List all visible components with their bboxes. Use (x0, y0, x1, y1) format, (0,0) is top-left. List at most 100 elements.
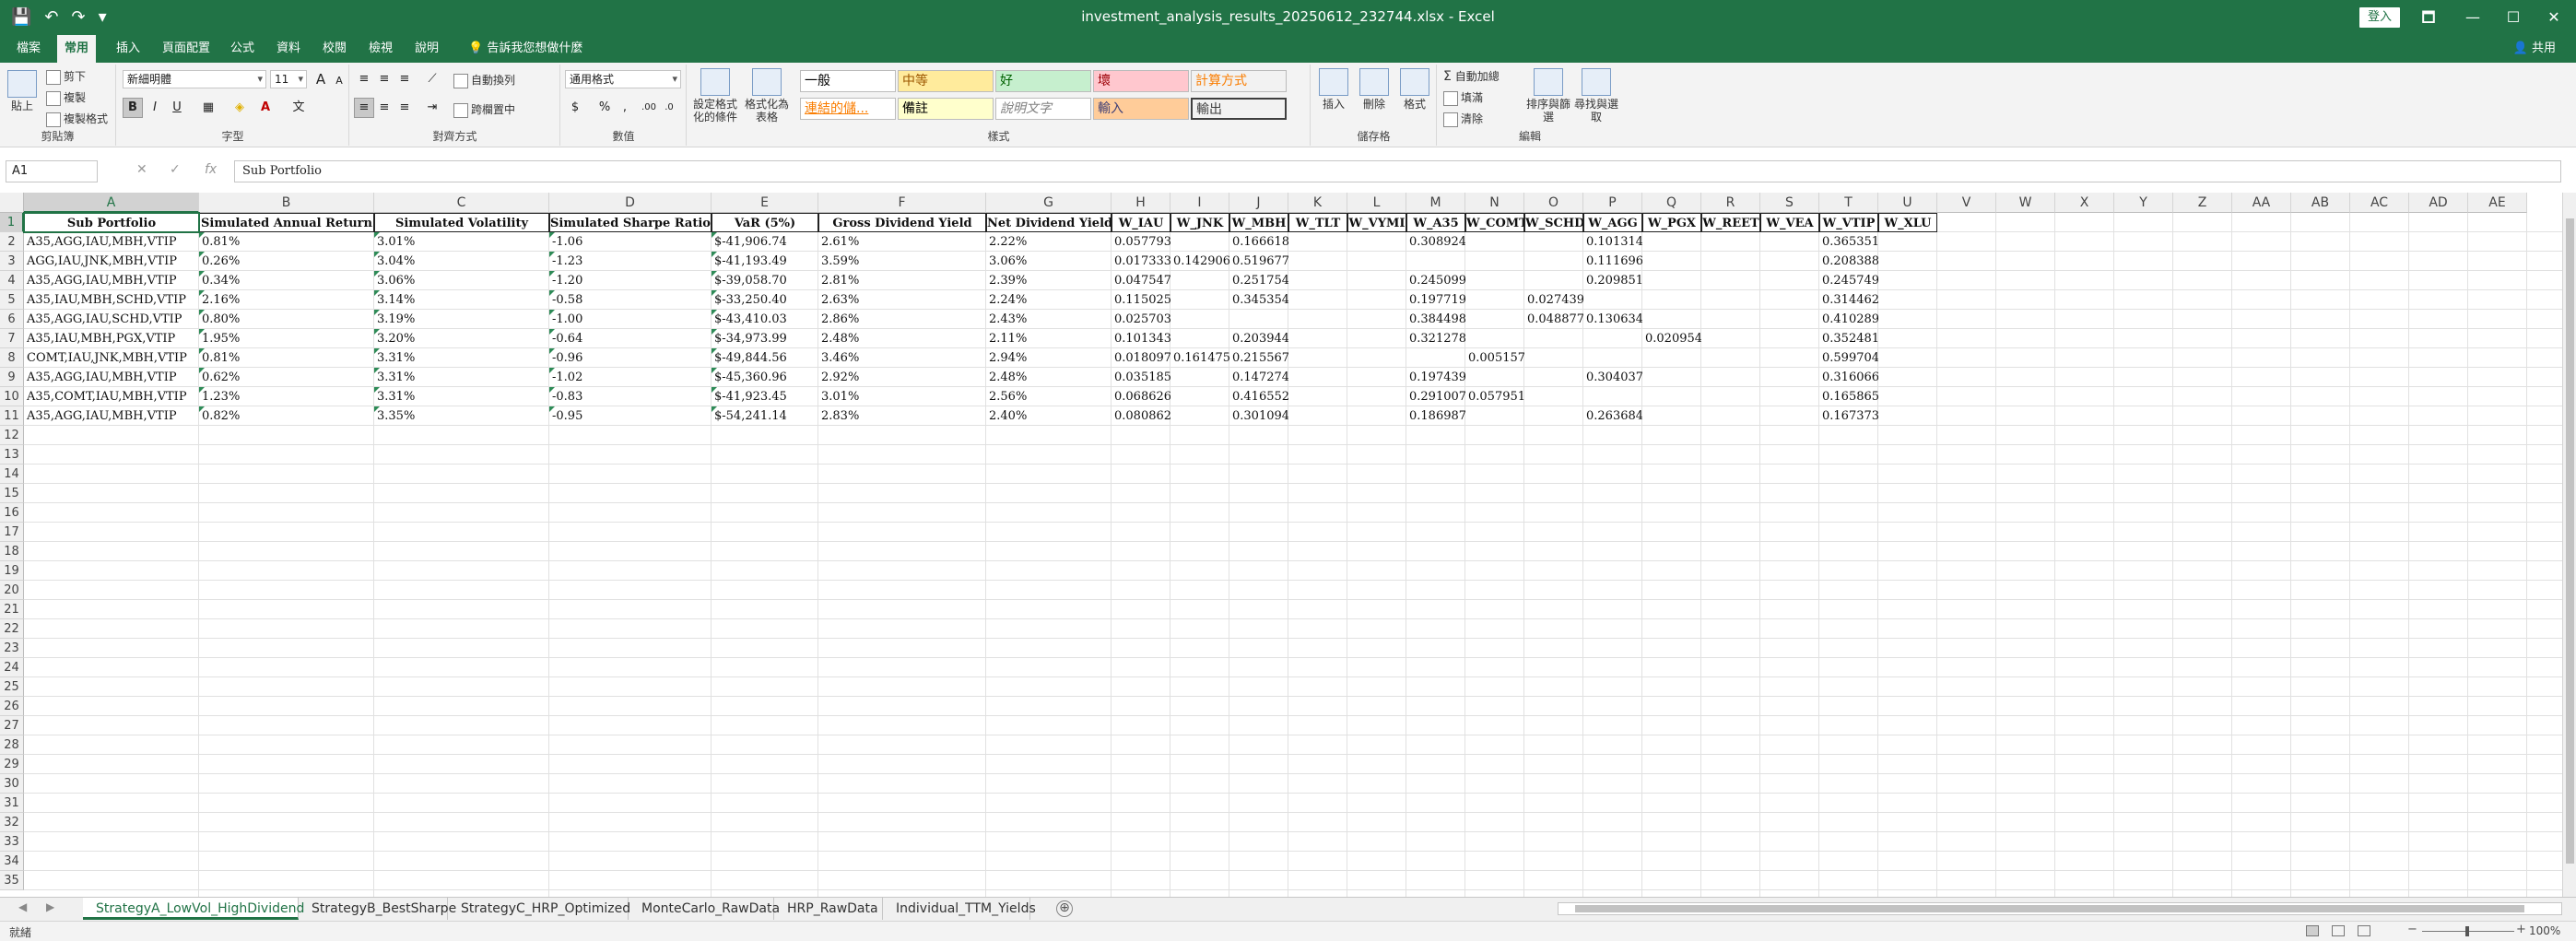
sheet-tab-4[interactable]: HRP_RawData (774, 898, 883, 920)
phonetic-icon[interactable]: 文 (288, 98, 309, 118)
tab-view[interactable]: 檢視 (361, 35, 400, 63)
copy-button[interactable]: 複製 (46, 89, 86, 106)
data-cell[interactable]: $-43,410.03 (712, 310, 818, 329)
align-center-icon[interactable]: ≡ (374, 98, 394, 118)
tab-formulas[interactable]: 公式 (223, 35, 262, 63)
column-header-j[interactable]: J (1229, 193, 1288, 213)
data-cell[interactable]: 0.410289 (1819, 310, 1878, 329)
tab-page-layout[interactable]: 頁面配置 (155, 35, 218, 63)
row-header-35[interactable]: 35 (0, 871, 24, 890)
header-cell[interactable]: W_MBH (1229, 213, 1288, 232)
data-cell[interactable]: 2.81% (818, 271, 986, 290)
data-cell[interactable]: 2.39% (986, 271, 1112, 290)
row-header-25[interactable]: 25 (0, 677, 24, 697)
column-header-x[interactable]: X (2055, 193, 2114, 213)
font-size-combo[interactable]: 11 (270, 70, 307, 88)
format-painter-button[interactable]: 複製格式 (46, 111, 108, 127)
maximize-button[interactable]: ☐ (2500, 6, 2527, 29)
data-cell[interactable]: 3.35% (374, 406, 549, 426)
column-header-i[interactable]: I (1170, 193, 1229, 213)
data-cell[interactable]: 0.165865 (1819, 387, 1878, 406)
column-header-ab[interactable]: AB (2291, 193, 2350, 213)
row-header-12[interactable]: 12 (0, 426, 24, 445)
tab-home[interactable]: 常用 (57, 35, 97, 63)
column-header-n[interactable]: N (1465, 193, 1524, 213)
data-cell[interactable]: 0.080862 (1112, 406, 1170, 426)
font-name-combo[interactable]: 新細明體 (123, 70, 266, 88)
row-header-27[interactable]: 27 (0, 716, 24, 735)
header-cell[interactable]: W_XLU (1878, 213, 1937, 232)
data-cell[interactable]: 0.035185 (1112, 368, 1170, 387)
data-cell[interactable]: 2.11% (986, 329, 1112, 348)
align-bottom-icon[interactable]: ≡ (394, 69, 415, 89)
name-box[interactable]: A1 (6, 160, 98, 182)
row-header-10[interactable]: 10 (0, 387, 24, 406)
data-cell[interactable]: 0.314462 (1819, 290, 1878, 310)
data-cell[interactable]: 2.94% (986, 348, 1112, 368)
data-cell[interactable]: 0.057951 (1465, 387, 1524, 406)
decrease-decimal-icon[interactable]: .0 (659, 98, 679, 118)
cell-style-2[interactable]: 好 (995, 70, 1091, 92)
conditional-format-button[interactable]: 設定格式化的條件 (691, 68, 739, 124)
sheet-tab-5[interactable]: Individual_TTM_Yields (883, 898, 1036, 920)
column-header-a[interactable]: A (24, 193, 199, 213)
column-header-ad[interactable]: AD (2409, 193, 2468, 213)
zoom-level[interactable]: 100% (2529, 924, 2560, 937)
data-cell[interactable]: 0.027439 (1524, 290, 1583, 310)
data-cell[interactable]: 0.167373 (1819, 406, 1878, 426)
data-cell[interactable]: 0.101343 (1112, 329, 1170, 348)
sort-filter-button[interactable]: 排序與篩選 (1524, 68, 1572, 124)
column-header-aa[interactable]: AA (2232, 193, 2291, 213)
zoom-out-icon[interactable]: − (2407, 923, 2417, 936)
column-header-d[interactable]: D (549, 193, 712, 213)
data-cell[interactable]: 0.316066 (1819, 368, 1878, 387)
fill-button[interactable]: 填滿 (1443, 89, 1483, 106)
data-cell[interactable]: 3.31% (374, 368, 549, 387)
header-cell[interactable]: Simulated Sharpe Ratio (549, 213, 712, 232)
header-cell[interactable]: W_JNK (1170, 213, 1229, 232)
row-header-33[interactable]: 33 (0, 832, 24, 852)
data-cell[interactable]: $-39,058.70 (712, 271, 818, 290)
data-cell[interactable]: 0.308924 (1406, 232, 1465, 252)
column-header-o[interactable]: O (1524, 193, 1583, 213)
data-cell[interactable]: 0.048877 (1524, 310, 1583, 329)
bold-button[interactable]: B (123, 98, 143, 118)
header-cell[interactable]: W_REET (1701, 213, 1760, 232)
cut-button[interactable]: 剪下 (46, 68, 86, 85)
percent-button[interactable]: % (594, 98, 615, 118)
zoom-in-icon[interactable]: + (2516, 923, 2526, 936)
data-cell[interactable]: 0.352481 (1819, 329, 1878, 348)
row-header-2[interactable]: 2 (0, 232, 24, 252)
data-cell[interactable]: 0.519677 (1229, 252, 1288, 271)
data-cell[interactable]: 0.245749 (1819, 271, 1878, 290)
data-cell[interactable]: $-41,923.45 (712, 387, 818, 406)
zoom-slider[interactable] (2422, 926, 2514, 936)
data-cell[interactable]: $-49,844.56 (712, 348, 818, 368)
minimize-button[interactable]: — (2459, 6, 2487, 29)
delete-cells-button[interactable]: 刪除 (1354, 68, 1394, 111)
row-header-17[interactable]: 17 (0, 523, 24, 542)
data-cell[interactable]: A35,AGG,IAU,MBH,VTIP (24, 271, 199, 290)
data-cell[interactable]: 2.86% (818, 310, 986, 329)
align-right-icon[interactable]: ≡ (394, 98, 415, 118)
row-header-8[interactable]: 8 (0, 348, 24, 368)
page-break-view-icon[interactable] (2358, 925, 2370, 936)
data-cell[interactable]: 0.81% (199, 348, 374, 368)
redo-icon[interactable]: ↷ (72, 6, 86, 29)
data-cell[interactable]: 0.068626 (1112, 387, 1170, 406)
row-header-14[interactable]: 14 (0, 465, 24, 484)
data-cell[interactable]: 0.251754 (1229, 271, 1288, 290)
sheet-tab-0[interactable]: StrategyA_LowVol_HighDividend (83, 898, 304, 920)
column-header-y[interactable]: Y (2114, 193, 2173, 213)
column-header-q[interactable]: Q (1642, 193, 1701, 213)
column-header-v[interactable]: V (1937, 193, 1996, 213)
header-cell[interactable]: W_VTIP (1819, 213, 1878, 232)
tab-help[interactable]: 說明 (407, 35, 446, 63)
data-cell[interactable]: AGG,IAU,JNK,MBH,VTIP (24, 252, 199, 271)
data-cell[interactable]: 0.111696 (1583, 252, 1642, 271)
row-header-19[interactable]: 19 (0, 561, 24, 581)
find-select-button[interactable]: 尋找與選取 (1572, 68, 1620, 124)
data-cell[interactable]: 0.161475 (1170, 348, 1229, 368)
data-cell[interactable]: 2.83% (818, 406, 986, 426)
enter-icon[interactable]: ✓ (170, 162, 181, 177)
